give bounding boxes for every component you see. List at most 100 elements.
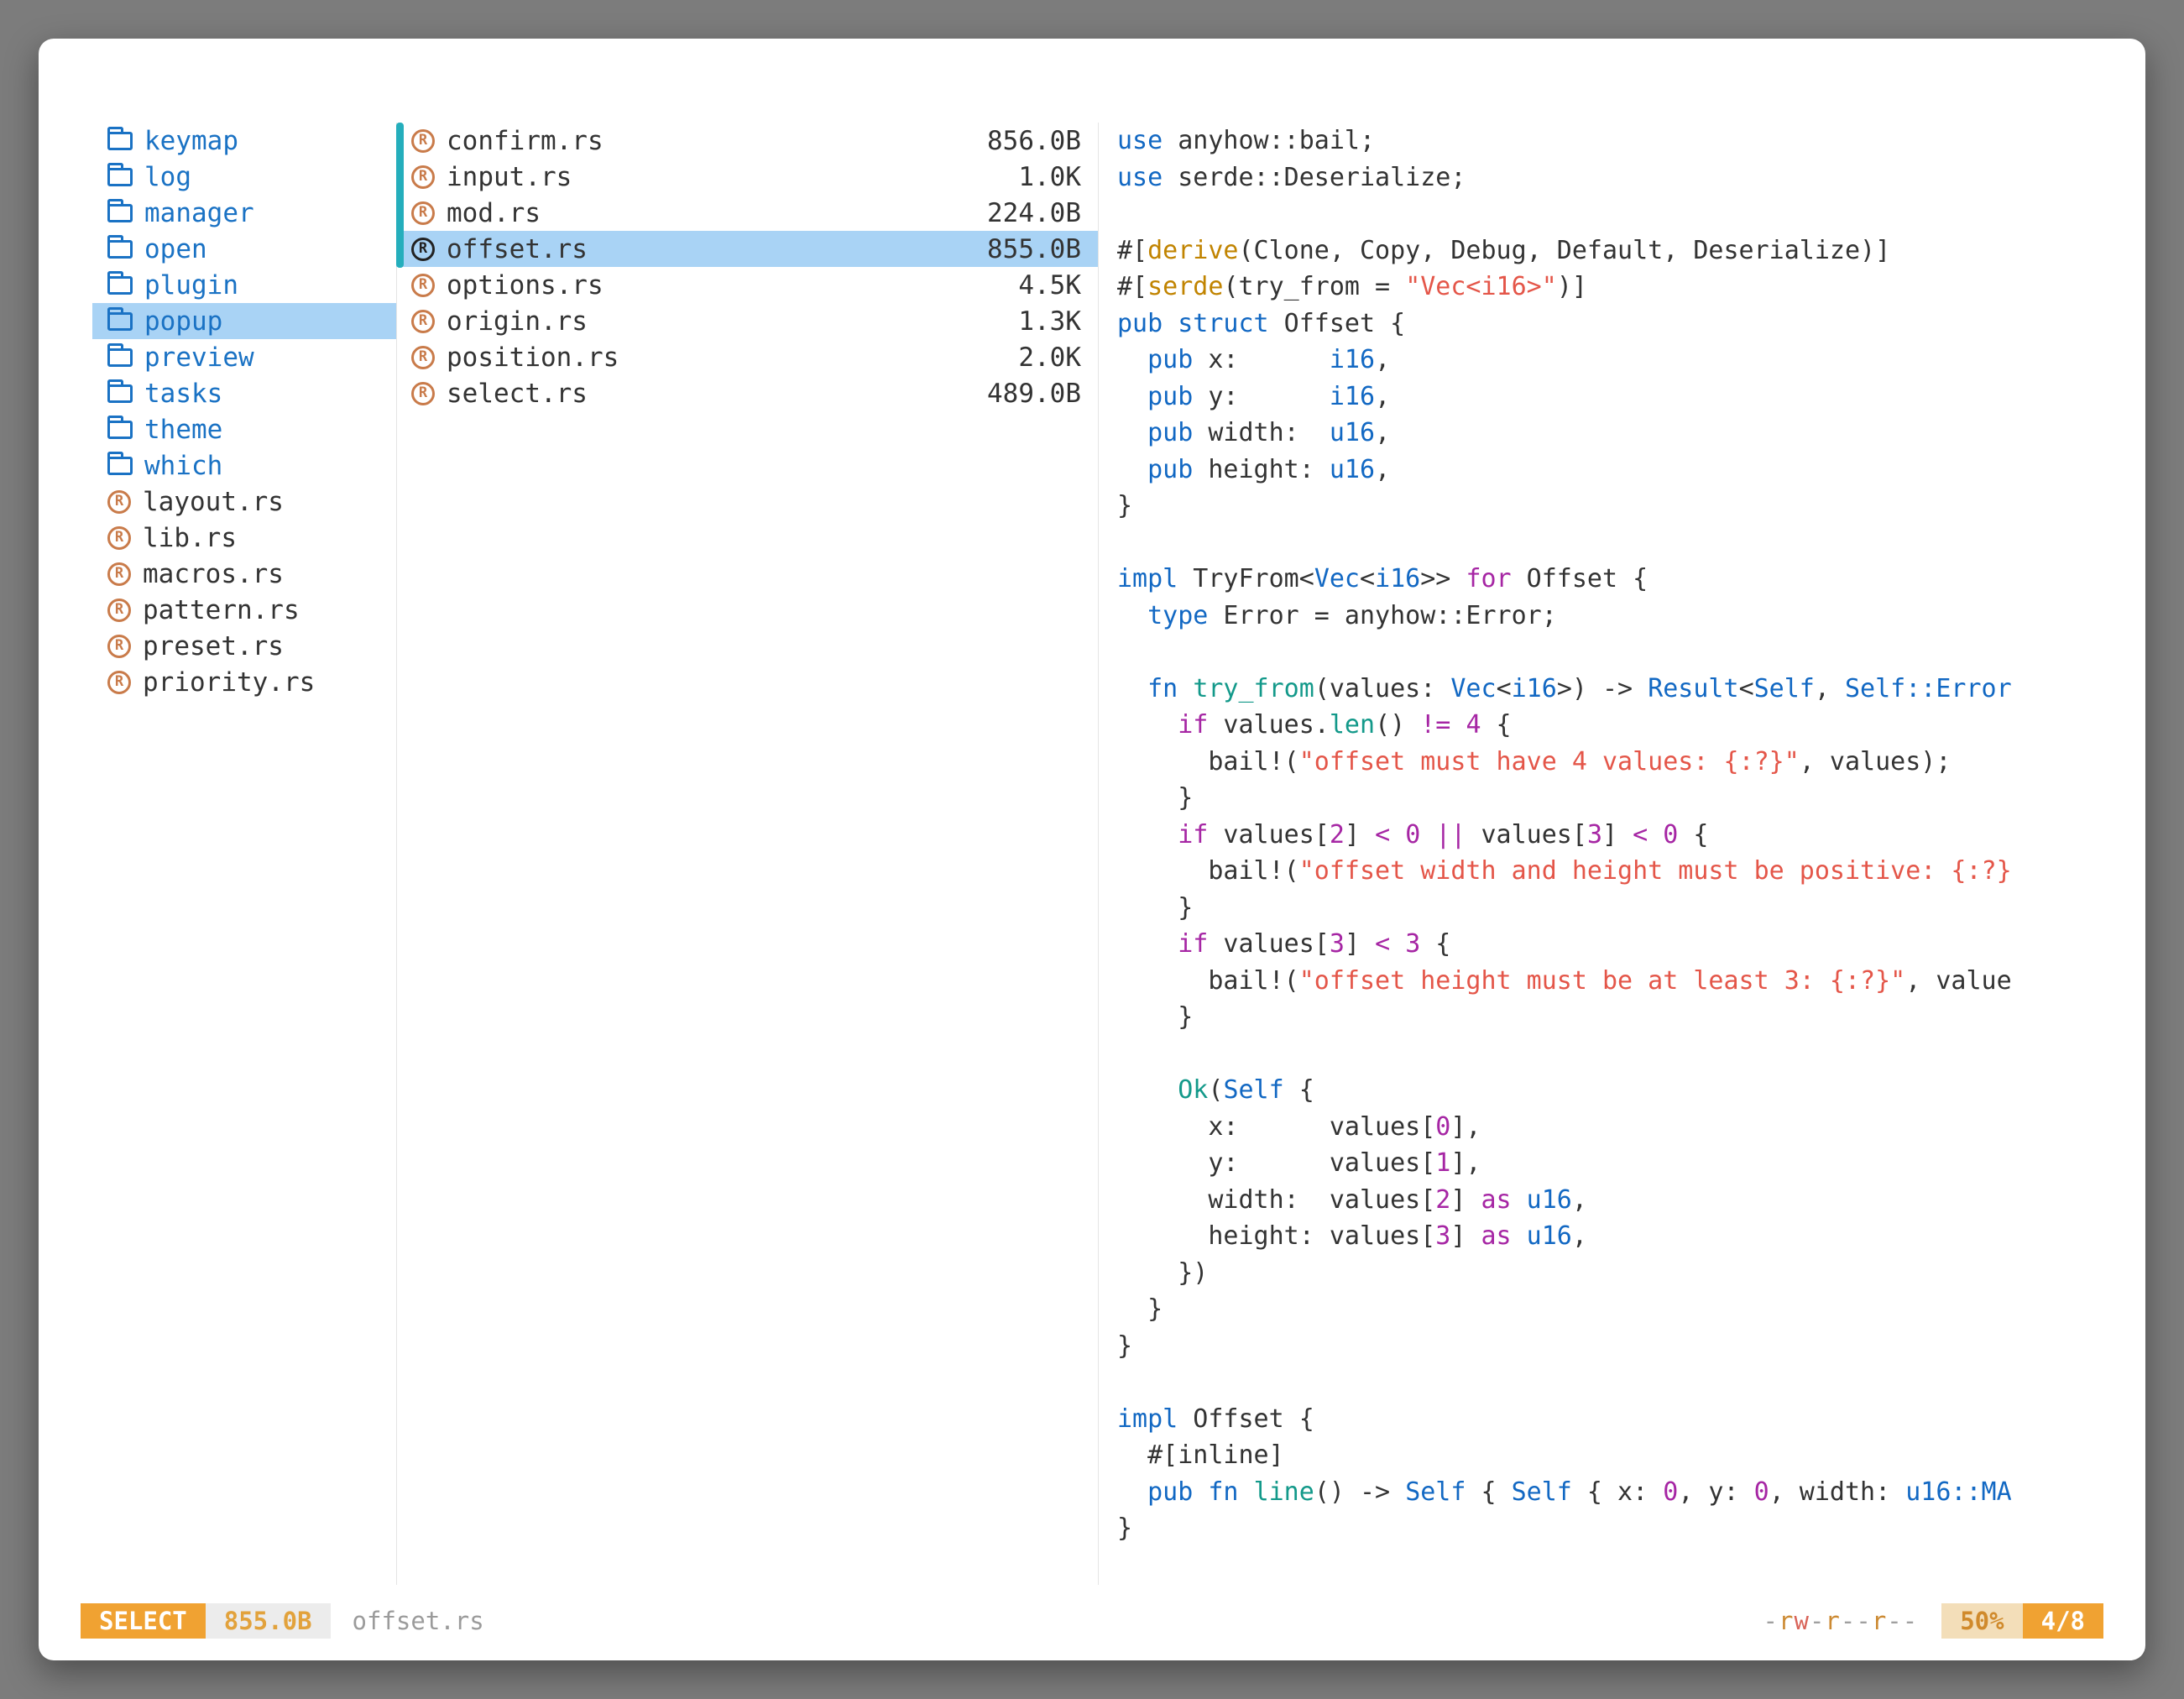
code-token <box>1512 1185 1527 1215</box>
code-token: pub <box>1117 309 1163 338</box>
code-line: } <box>1117 999 2145 1036</box>
code-token: serde <box>1147 272 1223 301</box>
file-item-select-rs[interactable]: Rselect.rs 489.0B <box>396 375 1098 411</box>
file-item-confirm-rs[interactable]: Rconfirm.rs856.0B <box>396 123 1098 159</box>
code-token: pub <box>1147 455 1193 484</box>
rust-icon: R <box>107 635 131 658</box>
code-token: use <box>1117 126 1163 155</box>
code-token: { <box>1481 710 1512 740</box>
item-label: popup <box>144 306 222 337</box>
file-size: 489.0B <box>987 379 1081 409</box>
file-item-input-rs[interactable]: Rinput.rs1.0K <box>396 159 1098 195</box>
sidebar-item-keymap[interactable]: keymap <box>92 123 396 159</box>
code-token: < <box>1739 674 1754 703</box>
code-token: as <box>1481 1185 1511 1215</box>
file-item-left: Rselect.rs <box>411 379 588 409</box>
code-token: Self <box>1512 1477 1572 1507</box>
file-item-left: Roptions.rs <box>411 270 603 301</box>
code-line: y: values[1], <box>1117 1145 2145 1182</box>
code-token: , width: <box>1769 1477 1906 1507</box>
file-item-position-rs[interactable]: Rposition.rs2.0K <box>396 339 1098 375</box>
code-line: } <box>1117 1328 2145 1365</box>
code-token: { <box>1284 1075 1314 1105</box>
code-line: impl TryFrom<Vec<i16>> for Offset { <box>1117 561 2145 598</box>
code-line: bail!("offset height must be at least 3:… <box>1117 963 2145 1000</box>
code-token: { <box>1678 820 1708 850</box>
code-token: ] <box>1450 1185 1481 1215</box>
code-token <box>1193 1477 1208 1507</box>
perm-char: - <box>1763 1607 1779 1635</box>
code-token: i16 <box>1330 382 1375 411</box>
sidebar-item-preview[interactable]: preview <box>92 339 396 375</box>
sidebar-list: keymaplogmanageropenplugin popuppreviewta… <box>92 123 396 700</box>
code-token: , value <box>1905 966 2011 996</box>
sidebar-item-theme[interactable]: theme <box>92 411 396 447</box>
code-token: pub <box>1147 1477 1193 1507</box>
code-token: "offset width and height must be positiv… <box>1299 856 2012 886</box>
code-line: if values.len() != 4 { <box>1117 707 2145 744</box>
rust-icon: R <box>411 382 435 405</box>
item-label: position.rs <box>447 342 619 373</box>
code-line <box>1117 525 2145 562</box>
code-token: 3 <box>1405 929 1420 959</box>
sidebar-item-which[interactable]: which <box>92 447 396 484</box>
code-token: values. <box>1208 710 1330 740</box>
code-token: (values: <box>1314 674 1451 703</box>
sidebar-item-pattern-rs[interactable]: Rpattern.rs <box>92 592 396 628</box>
sidebar-item-popup[interactable]: popup <box>92 303 396 339</box>
file-item-options-rs[interactable]: Roptions.rs4.5K <box>396 267 1098 303</box>
code-token <box>1117 382 1147 411</box>
sidebar-item-tasks[interactable]: tasks <box>92 375 396 411</box>
code-line <box>1117 1036 2145 1073</box>
code-token <box>1117 1477 1147 1507</box>
code-token: serde::Deserialize; <box>1163 163 1466 192</box>
code-token: ] <box>1602 820 1633 850</box>
sidebar-item-log[interactable]: log <box>92 159 396 195</box>
code-token: || <box>1435 820 1466 850</box>
file-list: Rconfirm.rs856.0BRinput.rs1.0KRmod.rs224… <box>396 123 1098 411</box>
sidebar-item-lib-rs[interactable]: Rlib.rs <box>92 520 396 556</box>
code-token: u16 <box>1527 1221 1572 1251</box>
code-token: )] <box>1557 272 1587 301</box>
file-manager-window: keymaplogmanageropenplugin popuppreviewta… <box>39 39 2145 1660</box>
file-item-mod-rs[interactable]: Rmod.rs224.0B <box>396 195 1098 231</box>
code-token: , values); <box>1800 747 1951 776</box>
code-token: 2 <box>1330 820 1345 850</box>
sidebar-item-preset-rs[interactable]: Rpreset.rs <box>92 628 396 664</box>
code-token: < <box>1633 820 1648 850</box>
code-token <box>1117 929 1178 959</box>
item-label: plugin <box>144 270 238 301</box>
code-token: 0 <box>1663 820 1678 850</box>
sidebar-item-priority-rs[interactable]: Rpriority.rs <box>92 664 396 700</box>
file-size: 856.0B <box>987 126 1081 156</box>
folder-icon <box>107 204 133 222</box>
code-token: () <box>1375 710 1420 740</box>
sidebar-item-macros-rs[interactable]: Rmacros.rs <box>92 556 396 592</box>
code-token: (try_from = <box>1223 272 1405 301</box>
code-token: } <box>1117 893 1193 923</box>
file-item-origin-rs[interactable]: Rorigin.rs1.3K <box>396 303 1098 339</box>
code-token: try_from <box>1193 674 1314 703</box>
file-item-left: Rorigin.rs <box>411 306 588 337</box>
code-token <box>1390 929 1405 959</box>
code-line: width: values[2] as u16, <box>1117 1182 2145 1219</box>
code-line: pub y: i16, <box>1117 379 2145 416</box>
code-token: derive <box>1147 236 1238 265</box>
code-token: { <box>1466 1477 1511 1507</box>
code-token: u16::MA <box>1905 1477 2011 1507</box>
sidebar-item-plugin[interactable]: plugin <box>92 267 396 303</box>
code-preview: use anyhow::bail;use serde::Deserialize;… <box>1117 123 2145 1547</box>
rust-icon: R <box>411 165 435 189</box>
rust-icon: R <box>107 490 131 514</box>
sidebar-item-open[interactable]: open <box>92 231 396 267</box>
code-token: values[ <box>1208 929 1330 959</box>
file-item-offset-rs[interactable]: Roffset.rs855.0B <box>396 231 1098 267</box>
code-token: pub <box>1147 418 1193 447</box>
sidebar-item-manager[interactable]: manager <box>92 195 396 231</box>
sidebar-item-layout-rs[interactable]: Rlayout.rs <box>92 484 396 520</box>
rust-icon: R <box>107 671 131 694</box>
code-token <box>1117 601 1147 630</box>
perm-char: - <box>1856 1607 1871 1635</box>
rust-icon: R <box>107 526 131 550</box>
scrollbar[interactable] <box>396 123 404 268</box>
